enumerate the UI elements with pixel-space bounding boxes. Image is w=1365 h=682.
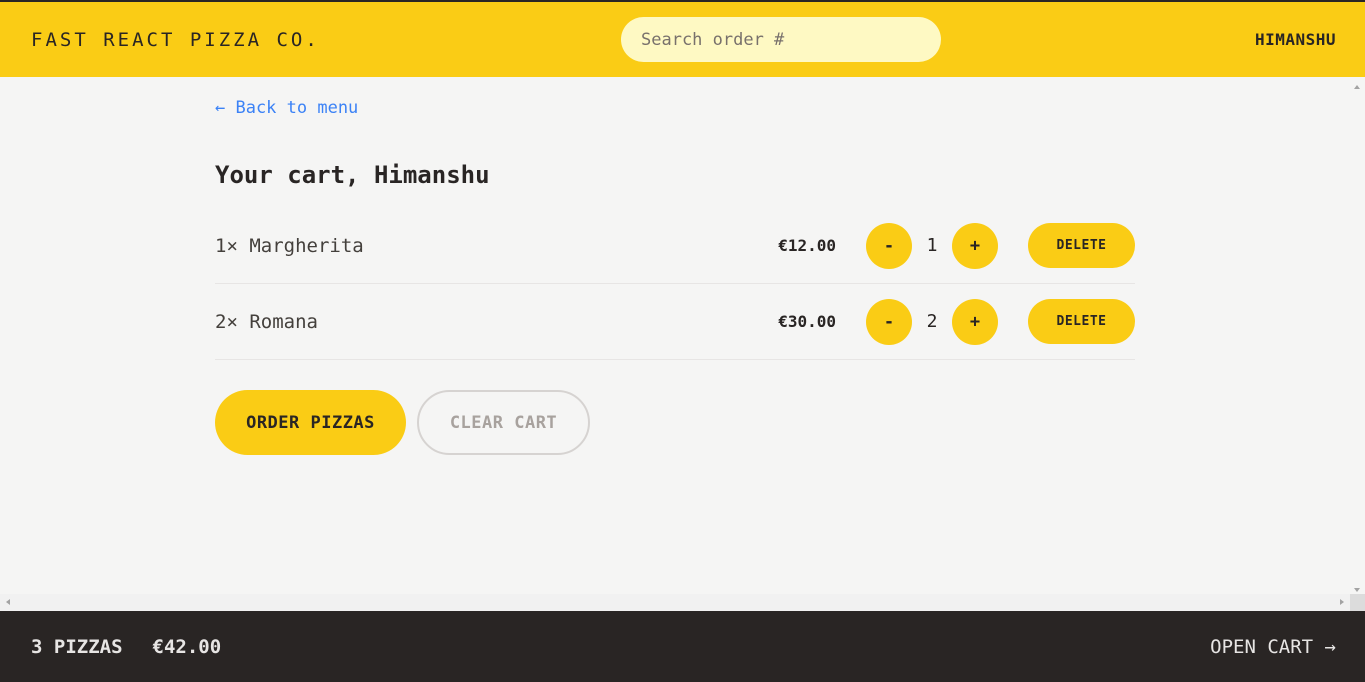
page-title: Your cart, Himanshu: [215, 161, 490, 189]
cart-item-controls: €30.00 - 2 + Delete: [778, 298, 1135, 345]
decrease-quantity-button[interactable]: -: [866, 222, 912, 269]
pizza-count: 3 pizzas: [31, 635, 123, 658]
increase-quantity-button[interactable]: +: [952, 222, 998, 269]
clear-cart-button[interactable]: Clear cart: [417, 390, 590, 455]
cart-overview-bar: 3 pizzas €42.00 Open cart →: [0, 611, 1365, 682]
cart-item-controls: €12.00 - 1 + Delete: [778, 222, 1135, 269]
back-to-menu-link[interactable]: ← Back to menu: [215, 98, 358, 118]
search-order-input[interactable]: [621, 17, 941, 62]
logo-link[interactable]: Fast React Pizza Co.: [31, 29, 320, 51]
cart-item-name: 1× Margherita: [215, 234, 364, 257]
open-cart-link[interactable]: Open cart →: [1210, 636, 1336, 658]
cart-item-price: €30.00: [778, 312, 836, 331]
scroll-down-icon[interactable]: [1354, 588, 1360, 592]
cart-item-name: 2× Romana: [215, 310, 318, 333]
order-pizzas-button[interactable]: Order pizzas: [215, 390, 406, 455]
delete-item-button[interactable]: Delete: [1028, 299, 1135, 344]
app-header: Fast React Pizza Co. Himanshu: [0, 0, 1365, 77]
horizontal-scrollbar[interactable]: [0, 594, 1350, 611]
increase-quantity-button[interactable]: +: [952, 298, 998, 345]
vertical-scrollbar[interactable]: [1350, 77, 1365, 596]
quantity-value: 2: [926, 311, 938, 332]
username: Himanshu: [1254, 30, 1336, 49]
cart-item: 1× Margherita €12.00 - 1 + Delete: [215, 208, 1135, 284]
scroll-up-icon[interactable]: [1354, 85, 1360, 89]
cart-overview: 3 pizzas €42.00: [31, 636, 221, 658]
scroll-right-icon[interactable]: [1340, 599, 1344, 605]
quantity-value: 1: [926, 235, 938, 256]
decrease-quantity-button[interactable]: -: [866, 298, 912, 345]
scrollbar-corner: [1350, 594, 1365, 611]
cart-item-price: €12.00: [778, 236, 836, 255]
cart-list: 1× Margherita €12.00 - 1 + Delete 2× Rom…: [215, 208, 1135, 360]
cart-item: 2× Romana €30.00 - 2 + Delete: [215, 284, 1135, 360]
cart-total: €42.00: [152, 635, 222, 658]
scroll-left-icon[interactable]: [6, 599, 10, 605]
cart-actions: Order pizzas Clear cart: [215, 390, 590, 455]
delete-item-button[interactable]: Delete: [1028, 223, 1135, 268]
